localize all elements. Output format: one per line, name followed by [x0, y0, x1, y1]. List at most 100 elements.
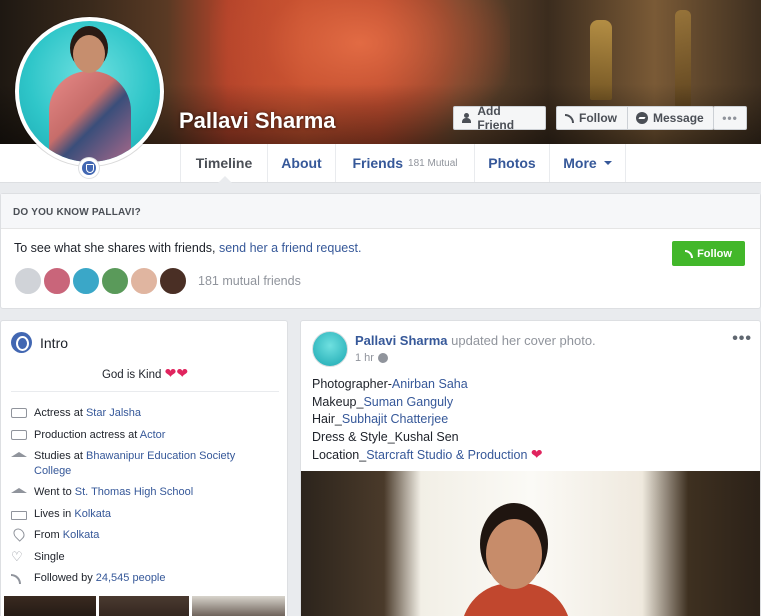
profile-name[interactable]: Pallavi Sharma: [179, 108, 336, 134]
tagged-link[interactable]: Starcraft Studio & Production: [366, 448, 527, 462]
avatar-figure: [49, 71, 131, 162]
heart-emoji-icon: ❤: [530, 446, 543, 462]
intro-title: Intro: [11, 332, 68, 353]
post-line-text: Makeup_: [312, 394, 364, 409]
tab-label: Photos: [488, 155, 536, 171]
mutual-friend-avatar[interactable]: [43, 267, 71, 295]
intro-link[interactable]: Actor: [140, 429, 166, 441]
briefcase-icon: [11, 430, 27, 440]
intro-text: Went to: [34, 486, 75, 498]
prompt-text: To see what she shares with friends,: [14, 241, 216, 255]
post-line-text: Location_: [312, 448, 367, 462]
post-action: updated her cover photo.: [451, 333, 596, 348]
messenger-icon: [636, 112, 648, 124]
heart-emoji-icon: ❤❤: [164, 365, 189, 381]
photo-figure: [486, 519, 542, 589]
tab-label: Friends: [352, 155, 404, 171]
post-options-button[interactable]: •••: [732, 330, 752, 348]
intro-text: Studies at: [34, 450, 86, 462]
intro-link[interactable]: Kolkata: [63, 529, 100, 541]
divider: [11, 391, 279, 392]
tab-label: More: [563, 155, 597, 171]
mutual-friends-count[interactable]: 181 mutual friends: [198, 274, 301, 288]
post-time-text: 1 hr: [355, 352, 374, 364]
tagged-link[interactable]: Subhajit Chatterjee: [342, 412, 448, 426]
friend-request-prompt: To see what she shares with friends, sen…: [14, 241, 361, 255]
follow-button[interactable]: Follow: [556, 106, 628, 130]
post-header: Pallavi Sharma updated her cover photo.: [355, 333, 596, 348]
tab-label: Timeline: [195, 155, 253, 171]
add-friend-icon: [462, 113, 472, 123]
rss-icon: [11, 574, 21, 584]
tab-label: About: [281, 155, 322, 171]
graduation-cap-icon: [11, 452, 27, 457]
post-line-text: Photographer-: [312, 377, 392, 391]
tab-more[interactable]: More: [549, 144, 626, 182]
active-tab-indicator: [218, 176, 232, 183]
intro-title-text: Intro: [40, 334, 69, 351]
follow-label: Follow: [697, 247, 732, 260]
intro-school: Went to St. Thomas High School: [11, 485, 193, 500]
tab-friends[interactable]: Friends 181 Mutual: [335, 144, 474, 182]
tab-photos[interactable]: Photos: [474, 144, 549, 182]
intro-text: Single: [34, 551, 65, 563]
intro-card: Intro God is Kind ❤❤ Actress at Star Jal…: [0, 320, 288, 616]
post-author-link[interactable]: Pallavi Sharma: [355, 333, 448, 348]
follow-icon: [565, 113, 574, 123]
intro-text: Lives in: [34, 508, 75, 520]
intro-link[interactable]: Star Jalsha: [86, 407, 141, 419]
intro-text: Followed by: [34, 572, 96, 584]
post-line: Dress & Style_Kushal Sen: [312, 429, 543, 447]
intro-relationship: ♡ Single: [11, 550, 65, 565]
profile-shield-icon: [79, 158, 99, 178]
add-friend-label: Add Friend: [477, 104, 515, 132]
mutual-friend-avatar[interactable]: [101, 267, 129, 295]
avatar-figure: [73, 35, 105, 73]
intro-link[interactable]: St. Thomas High School: [75, 486, 193, 498]
mutual-friend-avatar[interactable]: [14, 267, 42, 295]
post-line-text: Hair_: [312, 412, 342, 426]
intro-text: From: [34, 529, 63, 541]
tagged-link[interactable]: Suman Ganguly: [363, 395, 453, 409]
message-button[interactable]: Message: [627, 106, 714, 130]
intro-bio: God is Kind ❤❤: [1, 365, 289, 382]
heart-icon: ♡: [11, 549, 23, 564]
photo-thumbnail[interactable]: [99, 596, 189, 616]
post-line: Photographer-Anirban Saha: [312, 376, 543, 394]
bio-text: God is Kind: [101, 369, 162, 381]
more-options-button[interactable]: •••: [713, 106, 747, 130]
globe-icon: [11, 332, 32, 353]
intro-work: Actress at Star Jalsha: [11, 406, 141, 421]
post-timestamp[interactable]: 1 hr: [355, 352, 388, 364]
mutual-friend-avatar[interactable]: [159, 267, 187, 295]
tab-about[interactable]: About: [267, 144, 335, 182]
intro-link[interactable]: 24,545 people: [96, 572, 166, 584]
photo-thumbnail[interactable]: [192, 596, 285, 616]
post-text: Photographer-Anirban Saha Makeup_Suman G…: [312, 376, 543, 465]
post-author-avatar[interactable]: [312, 331, 348, 367]
send-friend-request-link[interactable]: send her a friend request.: [219, 241, 361, 255]
do-you-know-header: DO YOU KNOW PALLAVI?: [1, 194, 760, 229]
profile-picture-image: [19, 21, 160, 162]
photo-thumbnail[interactable]: [4, 596, 96, 616]
mutual-friend-avatar[interactable]: [130, 267, 158, 295]
tagged-link[interactable]: Anirban Saha: [392, 377, 468, 391]
post-line-text: Dress & Style_Kushal Sen: [312, 429, 459, 444]
add-friend-button[interactable]: Add Friend: [453, 104, 546, 132]
briefcase-icon: [11, 408, 27, 418]
mutual-friend-avatar[interactable]: [72, 267, 100, 295]
intro-education: Studies at Bhawanipur Education Society …: [11, 449, 241, 479]
intro-link[interactable]: Kolkata: [74, 508, 111, 520]
home-icon: [11, 511, 27, 520]
graduation-cap-icon: [11, 488, 27, 493]
follow-button-green[interactable]: Follow: [672, 241, 745, 266]
mutual-friends-row[interactable]: 181 mutual friends: [14, 267, 301, 295]
follow-icon: [685, 249, 694, 258]
message-label: Message: [653, 111, 704, 125]
intro-lives-in: Lives in Kolkata: [11, 507, 111, 522]
post-photo[interactable]: [301, 471, 760, 616]
location-pin-icon: [11, 526, 27, 542]
profile-picture[interactable]: [15, 17, 164, 166]
intro-followers: Followed by 24,545 people: [11, 571, 166, 586]
public-globe-icon: [377, 353, 388, 363]
